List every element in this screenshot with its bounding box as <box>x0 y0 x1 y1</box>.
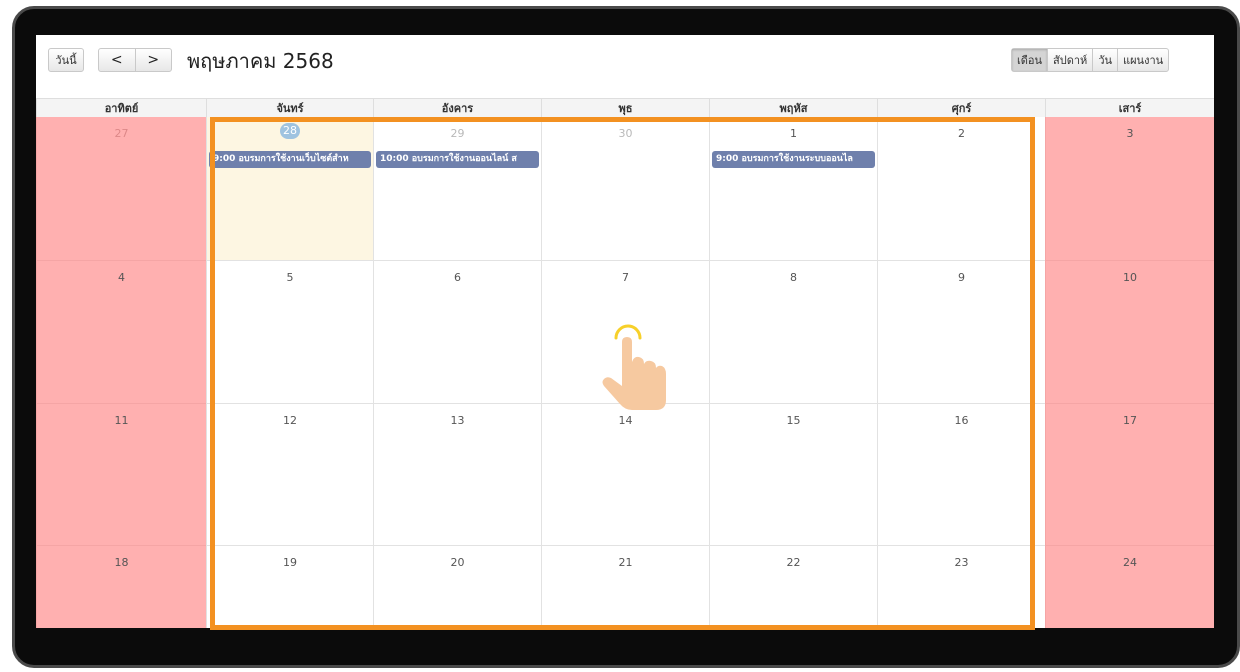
calendar-title: พฤษภาคม 2568 <box>187 49 334 73</box>
day-number: 2 <box>958 127 965 140</box>
day-cell[interactable]: 28 9:00 อบรมการใช้งานเว็บไซต์สำห <box>206 117 373 261</box>
weekday-label: พฤหัส <box>709 99 877 117</box>
prev-month-button[interactable]: < <box>99 49 135 71</box>
day-cell[interactable]: 18 <box>36 546 206 628</box>
day-number: 7 <box>622 271 629 284</box>
view-switcher: เดือน สัปดาห์ วัน แผนงาน <box>1011 48 1170 72</box>
weekday-header: อาทิตย์ จันทร์ อังคาร พุธ พฤหัส ศุกร์ เสาร์ <box>36 98 1214 118</box>
device-frame: วันนี้ < > พฤษภาคม 2568 เดือน สัปดาห์ วั… <box>0 0 1240 672</box>
weekday-label: พุธ <box>541 99 709 117</box>
day-cell[interactable]: 15 <box>709 404 877 546</box>
day-number: 16 <box>954 414 969 427</box>
day-cell[interactable]: 21 <box>541 546 709 628</box>
day-cell[interactable]: 8 <box>709 261 877 404</box>
day-number: 29 <box>450 127 465 140</box>
day-number: 10 <box>1123 271 1137 284</box>
weekday-label: จันทร์ <box>206 99 373 117</box>
day-cell[interactable]: 1 9:00 อบรมการใช้งานระบบออนไล <box>709 117 877 261</box>
weekday-label: ศุกร์ <box>877 99 1045 117</box>
day-number: 27 <box>114 127 129 140</box>
today-button[interactable]: วันนี้ <box>48 48 84 72</box>
view-month-button[interactable]: เดือน <box>1012 49 1048 71</box>
day-number: 1 <box>790 127 797 140</box>
day-cell[interactable]: 10 <box>1045 261 1214 404</box>
day-number: 20 <box>450 556 465 569</box>
day-cell[interactable]: 16 <box>877 404 1045 546</box>
day-number: 12 <box>283 414 297 427</box>
day-number: 18 <box>114 556 129 569</box>
day-cell[interactable]: 13 <box>373 404 541 546</box>
day-cell[interactable]: 23 <box>877 546 1045 628</box>
day-cell[interactable]: 12 <box>206 404 373 546</box>
day-cell[interactable]: 29 10:00 อบรมการใช้งานออนไลน์ ส <box>373 117 541 261</box>
day-cell[interactable]: 20 <box>373 546 541 628</box>
next-month-button[interactable]: > <box>134 49 172 71</box>
day-number: 6 <box>454 271 461 284</box>
calendar-event[interactable]: 9:00 อบรมการใช้งานระบบออนไล <box>712 151 875 168</box>
day-cell[interactable]: 27 <box>36 117 206 261</box>
day-cell[interactable]: 5 <box>206 261 373 404</box>
day-number: 19 <box>283 556 297 569</box>
day-number: 30 <box>618 127 633 140</box>
day-cell[interactable]: 11 <box>36 404 206 546</box>
day-number: 14 <box>618 414 633 427</box>
day-number: 11 <box>114 414 129 427</box>
day-number: 24 <box>1123 556 1137 569</box>
today-date-badge: 28 <box>280 123 300 139</box>
view-day-button[interactable]: วัน <box>1092 49 1117 71</box>
day-cell[interactable]: 6 <box>373 261 541 404</box>
day-number: 3 <box>1126 127 1134 140</box>
day-cell[interactable]: 19 <box>206 546 373 628</box>
view-agenda-button[interactable]: แผนงาน <box>1117 49 1168 71</box>
nav-button-group: < > <box>98 48 172 72</box>
view-week-button[interactable]: สัปดาห์ <box>1047 49 1092 71</box>
day-cell[interactable]: 3 <box>1045 117 1214 261</box>
calendar-event[interactable]: 9:00 อบรมการใช้งานเว็บไซต์สำห <box>209 151 371 168</box>
day-cell[interactable]: 7 <box>541 261 709 404</box>
day-number: 9 <box>958 271 965 284</box>
day-cell[interactable]: 30 <box>541 117 709 261</box>
day-number: 4 <box>118 271 125 284</box>
day-number: 5 <box>286 271 294 284</box>
weekday-label: เสาร์ <box>1045 99 1214 117</box>
weekday-label: อาทิตย์ <box>36 99 206 117</box>
day-number: 23 <box>954 556 969 569</box>
day-cell[interactable]: 24 <box>1045 546 1214 628</box>
day-number: 13 <box>450 414 465 427</box>
day-number: 21 <box>618 556 633 569</box>
day-cell[interactable]: 4 <box>36 261 206 404</box>
weekday-label: อังคาร <box>373 99 541 117</box>
day-cell[interactable]: 2 <box>877 117 1045 261</box>
day-number: 17 <box>1123 414 1137 427</box>
day-cell[interactable]: 9 <box>877 261 1045 404</box>
day-number: 8 <box>790 271 797 284</box>
day-cell[interactable]: 17 <box>1045 404 1214 546</box>
calendar-event[interactable]: 10:00 อบรมการใช้งานออนไลน์ ส <box>376 151 539 168</box>
day-cell[interactable]: 22 <box>709 546 877 628</box>
day-number: 22 <box>786 556 801 569</box>
day-cell[interactable]: 14 <box>541 404 709 546</box>
day-number: 15 <box>786 414 801 427</box>
calendar-screen: วันนี้ < > พฤษภาคม 2568 เดือน สัปดาห์ วั… <box>36 35 1214 628</box>
